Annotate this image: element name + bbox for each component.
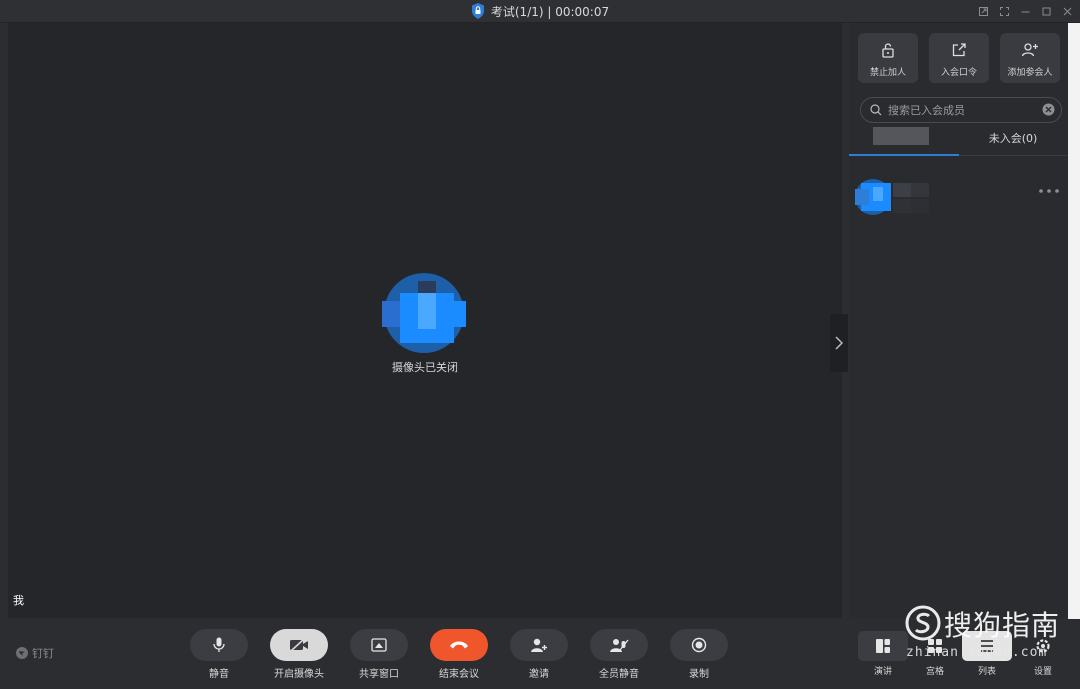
mute-label: 静音 <box>209 669 229 680</box>
fullscreen-icon[interactable] <box>1000 6 1009 16</box>
title-wrap: 考试(1/1) | 00:00:07 <box>0 0 1080 22</box>
end-meeting-label: 结束会议 <box>439 669 479 680</box>
lock-meeting-label: 禁止加人 <box>869 68 906 78</box>
meeting-code-label: 入会口令 <box>940 68 977 78</box>
member-avatar <box>855 179 929 215</box>
invite-button[interactable]: 邀请 <box>509 629 569 680</box>
share-window-label: 共享窗口 <box>359 669 399 680</box>
record-label: 录制 <box>689 669 709 680</box>
speaker-layout-icon <box>876 639 890 653</box>
share-window-pill <box>350 629 408 661</box>
brand: 钉钉 <box>16 645 54 661</box>
add-person-icon <box>1021 43 1038 57</box>
participants-panel: 禁止加人 入会口令 添加参会人 未入会(0) <box>849 23 1067 618</box>
microphone-icon <box>213 637 225 652</box>
mute-all-label: 全员静音 <box>599 669 639 680</box>
chevron-right-icon <box>835 336 843 350</box>
share-window-button[interactable]: 共享窗口 <box>349 629 409 680</box>
camera-status-text: 摄像头已关闭 <box>392 361 458 374</box>
member-tabs: 未入会(0) <box>849 127 1067 156</box>
close-icon[interactable] <box>1063 7 1072 16</box>
member-search[interactable] <box>860 97 1062 123</box>
brand-name: 钉钉 <box>32 647 54 660</box>
watermark-url: zhinan.sogou.com <box>906 645 1048 660</box>
camera-label: 开启摄像头 <box>274 669 324 680</box>
panel-toggle-button[interactable] <box>830 314 848 372</box>
mute-button[interactable]: 静音 <box>189 629 249 680</box>
dingtalk-logo-icon <box>16 647 28 659</box>
background-strip <box>1068 23 1080 689</box>
window-title: 考试(1/1) | 00:00:07 <box>490 4 610 19</box>
lock-meeting-button[interactable]: 禁止加人 <box>858 33 918 83</box>
window-controls <box>979 0 1072 22</box>
mute-all-pill <box>590 629 648 661</box>
sogou-logo-icon <box>905 605 941 641</box>
share-window-icon <box>371 638 387 652</box>
mute-pill <box>190 629 248 661</box>
clear-search-icon[interactable] <box>1042 103 1055 116</box>
search-input[interactable] <box>886 102 1040 118</box>
invite-icon <box>531 638 547 652</box>
popout-icon[interactable] <box>979 6 988 16</box>
search-icon <box>870 104 882 116</box>
hang-up-icon <box>450 641 468 649</box>
add-participant-label: 添加参会人 <box>1007 68 1053 78</box>
camera-pill <box>270 629 328 661</box>
title-bar: 考试(1/1) | 00:00:07 <box>0 0 1080 23</box>
meeting-code-button[interactable]: 入会口令 <box>929 33 989 83</box>
active-tab-indicator <box>849 154 959 156</box>
self-name-label: 我 <box>13 594 24 607</box>
maximize-icon[interactable] <box>1042 7 1051 16</box>
share-out-icon <box>952 43 966 57</box>
video-area: 摄像头已关闭 我 <box>8 23 848 618</box>
tab-not-joined[interactable]: 未入会(0) <box>959 127 1067 155</box>
record-icon <box>691 637 707 653</box>
avatar <box>382 273 466 353</box>
camera-button[interactable]: 开启摄像头 <box>269 629 329 680</box>
camera-off-icon <box>290 638 308 652</box>
end-meeting-pill <box>430 629 488 661</box>
mute-all-icon <box>610 639 629 652</box>
tab-joined-label-blurred <box>873 127 929 145</box>
watermark-text: 搜狗指南 <box>944 609 1061 642</box>
mute-all-button[interactable]: 全员静音 <box>589 629 649 680</box>
add-participant-button[interactable]: 添加参会人 <box>1000 33 1060 83</box>
member-list-item[interactable] <box>849 173 1067 217</box>
unlock-icon <box>882 43 894 58</box>
record-button[interactable]: 录制 <box>669 629 729 680</box>
tab-joined[interactable] <box>849 127 959 156</box>
watermark: 搜狗指南 zhinan.sogou.com <box>900 604 1070 666</box>
minimize-icon[interactable] <box>1021 7 1030 16</box>
record-pill <box>670 629 728 661</box>
more-options-icon[interactable] <box>1039 189 1059 193</box>
shield-lock-icon <box>471 3 484 19</box>
invite-label: 邀请 <box>529 669 549 680</box>
end-meeting-button[interactable]: 结束会议 <box>429 629 489 680</box>
invite-pill <box>510 629 568 661</box>
